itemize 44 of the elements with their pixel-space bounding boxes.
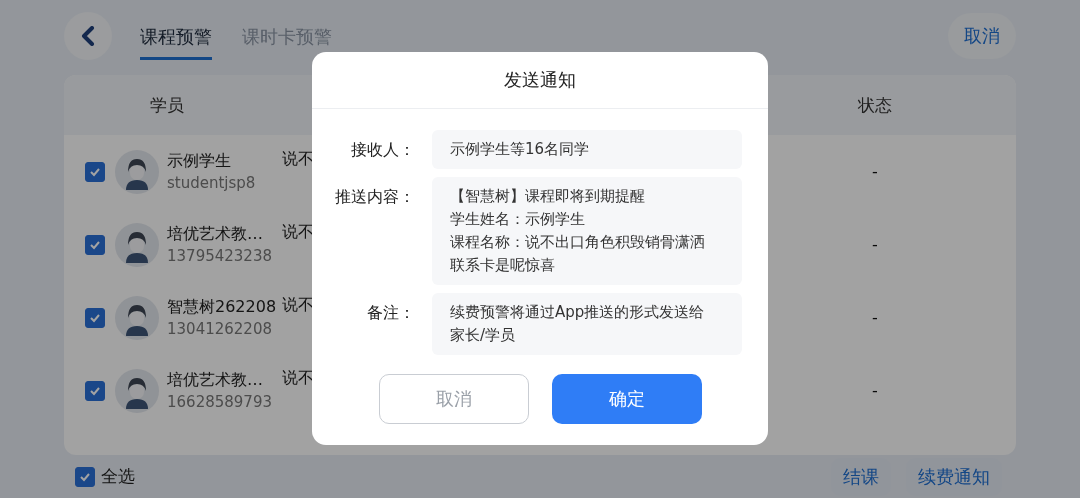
- checkbox[interactable]: [85, 380, 105, 401]
- student-account: 16628589793: [167, 393, 273, 411]
- student-name: 示例学生: [167, 151, 232, 172]
- field-text: 课程名称：说不出口角色积毁销骨潇洒: [450, 232, 706, 253]
- field-text: 续费预警将通过App推送的形式发送给: [450, 302, 706, 323]
- field-text: 联系卡是呢惊喜: [450, 255, 556, 276]
- field-text: 学生姓名：示例学生: [450, 209, 586, 230]
- field-text: 【智慧树】课程即将到期提醒: [450, 186, 646, 207]
- course-name: 说不: [282, 149, 314, 170]
- cancel-button[interactable]: 取消: [378, 374, 529, 424]
- course-name: 说不: [282, 368, 314, 389]
- avatar-icon: [115, 149, 159, 194]
- course-name: 说不: [282, 222, 314, 243]
- cancel-button[interactable]: 取消: [948, 12, 1016, 59]
- confirm-button[interactable]: 确定: [551, 374, 702, 424]
- course-name: 说不: [282, 295, 314, 316]
- checkbox[interactable]: [85, 307, 105, 328]
- checkbox[interactable]: [85, 234, 105, 255]
- avatar-icon: [115, 295, 159, 340]
- avatar-icon: [115, 222, 159, 267]
- status-cell-text: -: [871, 162, 879, 181]
- tab[interactable]: 课程预警: [140, 15, 212, 60]
- field-label: 推送内容：: [334, 187, 415, 208]
- field-text: 示例学生等16名同学: [450, 139, 591, 160]
- select-all-checkbox[interactable]: [75, 466, 95, 487]
- student-name: 培优艺术教…: [167, 224, 264, 245]
- student-name: 智慧树262208: [167, 297, 278, 318]
- avatar-icon: [115, 368, 159, 413]
- field-text: 家长/学员: [450, 325, 517, 346]
- student-name: 培优艺术教…: [167, 370, 264, 391]
- student-account: 13795423238: [167, 247, 273, 265]
- checkbox[interactable]: [85, 161, 105, 182]
- column-header: 学员: [150, 93, 184, 117]
- student-account: studentjsp8: [167, 174, 257, 192]
- student-account: 13041262208: [167, 320, 273, 338]
- select-all-label: 全选: [101, 465, 135, 488]
- field-label: 接收人：: [350, 140, 415, 161]
- column-header: 状态: [857, 93, 893, 117]
- status-cell-text: -: [871, 308, 879, 327]
- status-cell-text: -: [871, 235, 879, 254]
- field-label: 备注：: [366, 303, 415, 324]
- back-button[interactable]: [64, 11, 112, 60]
- dialog-title: 发送通知: [312, 52, 768, 109]
- status-cell-text: -: [871, 381, 879, 400]
